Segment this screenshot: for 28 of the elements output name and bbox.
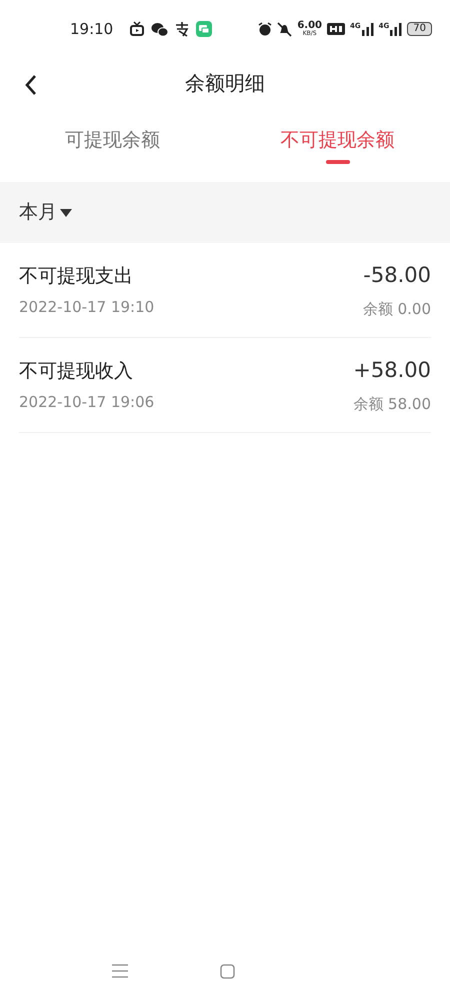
record-amount: -58.00 — [362, 262, 431, 289]
message-icon — [196, 21, 212, 37]
caret-icon — [60, 208, 72, 216]
tab[interactable]: 可提现余额 — [0, 108, 225, 182]
tv-icon — [129, 21, 146, 37]
alarm-icon — [258, 22, 272, 36]
battery-level: 70 — [407, 22, 432, 36]
record-time: 2022-10-17 19:06 — [19, 392, 154, 413]
record-balance: 余额 58.00 — [353, 394, 431, 414]
record-balance: 余额 0.00 — [362, 298, 431, 320]
signal-icon — [390, 22, 402, 36]
chat-icon — [151, 22, 168, 36]
record-title: 不可提现收入 — [19, 358, 134, 384]
record-amount: +58.00 — [353, 357, 431, 384]
page-title: 余额明细 — [185, 70, 265, 97]
back-icon — [24, 74, 38, 96]
status-time: 19:10 — [70, 18, 114, 40]
tab[interactable]: 不可提现余额 — [225, 108, 450, 182]
muted-bell-icon — [277, 22, 292, 36]
record-title: 不可提现支出 — [19, 264, 134, 288]
month-filter[interactable]: 本月 — [19, 198, 72, 227]
menu-icon — [112, 964, 128, 978]
signal-icon — [362, 22, 374, 36]
pay-icon — [174, 21, 190, 37]
network-speed: 6.00 — [297, 21, 322, 31]
home-icon — [220, 964, 235, 978]
record-time: 2022-10-17 19:10 — [19, 297, 154, 318]
hd-icon — [327, 23, 346, 35]
